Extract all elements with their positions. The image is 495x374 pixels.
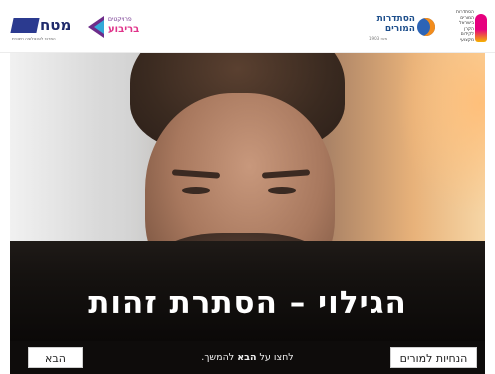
next-button[interactable]: הבא	[28, 347, 83, 368]
fund-logo: הסתדרות המורים בישראל הקרן לקידום מקצועי	[444, 8, 490, 46]
teachers-logo-line2: המורים	[384, 24, 415, 34]
continue-hint: לחצו על הבא להמשך.	[201, 352, 294, 363]
logo-header: מטח המרכז לטכנולוגיה חינוכית פרויקטים בר…	[0, 0, 495, 53]
teachers-logo-sub: מאז 1903	[369, 36, 388, 41]
figure-logo-icon	[475, 14, 487, 42]
hint-bold-next: הבא	[237, 352, 257, 363]
fund-logo-line: מקצועי	[460, 37, 474, 43]
briut-logo-line2: בריבוע	[108, 24, 140, 35]
slide-title: הגילוי – הסתרת זהות	[88, 285, 407, 321]
briut-logo-line1: פרויקטים	[108, 16, 132, 23]
chevron-inner-icon	[94, 20, 104, 34]
teachers-logo-line1: הסתדרות	[376, 14, 415, 24]
matach-tagline: המרכז לטכנולוגיה חינוכית	[12, 36, 56, 41]
cover-photo: הגילוי – הסתרת זהות	[10, 53, 485, 341]
briut-logo: פרויקטים בריבוע	[88, 8, 148, 46]
slide-frame: מטח המרכז לטכנולוגיה חינוכית פרויקטים בר…	[0, 0, 495, 374]
teacher-guidelines-button[interactable]: הנחיות למורים	[390, 347, 477, 368]
matach-logo: מטח המרכז לטכנולוגיה חינוכית	[10, 8, 84, 46]
nav-footer: הבא לחצו על הבא להמשך. הנחיות למורים	[10, 341, 485, 374]
circle-logo-icon	[417, 18, 435, 36]
teachers-union-logo: הסתדרות המורים מאז 1903	[365, 8, 437, 46]
matach-logo-icon	[10, 18, 40, 33]
matach-logo-text: מטח	[40, 16, 72, 34]
